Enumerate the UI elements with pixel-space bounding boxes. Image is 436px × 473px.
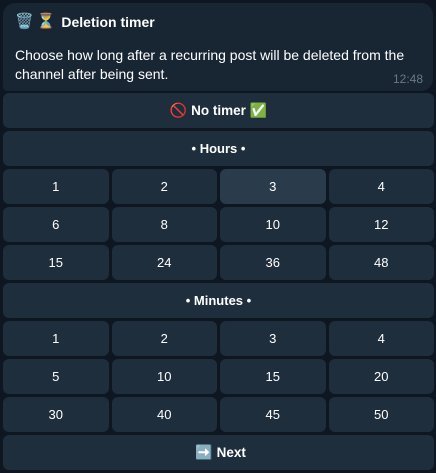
hours-button-48[interactable]: 48 <box>328 245 434 280</box>
minutes-button-40[interactable]: 40 <box>111 397 217 432</box>
keyboard-row-minutes-header: • Minutes • <box>3 283 434 318</box>
keyboard-row-minutes-3: 30 40 45 50 <box>3 397 434 432</box>
message-time: 12:48 <box>392 72 423 86</box>
hours-button-6[interactable]: 6 <box>3 207 109 242</box>
keyboard-row-next: ➡️ Next <box>3 435 434 470</box>
minutes-button-1[interactable]: 1 <box>3 321 109 356</box>
minutes-button-15[interactable]: 15 <box>220 359 326 394</box>
minutes-button-45[interactable]: 45 <box>220 397 326 432</box>
hours-button-24[interactable]: 24 <box>111 245 217 280</box>
hours-button-1[interactable]: 1 <box>3 169 109 204</box>
minutes-header-button[interactable]: • Minutes • <box>3 283 434 318</box>
chat-area: 🗑️ ⏳ Deletion timer Choose how long afte… <box>0 0 436 473</box>
prohibited-icon: 🚫 <box>169 102 188 118</box>
no-timer-label: No timer <box>191 103 246 118</box>
keyboard-row-hours-header: • Hours • <box>3 131 434 166</box>
right-arrow-icon: ➡️ <box>195 444 213 460</box>
hours-button-8[interactable]: 8 <box>111 207 217 242</box>
message-text: Choose how long after a recurring post w… <box>15 47 405 82</box>
hours-button-15[interactable]: 15 <box>3 245 109 280</box>
hours-header-label: • Hours • <box>191 141 246 156</box>
minutes-button-5[interactable]: 5 <box>3 359 109 394</box>
minutes-header-label: • Minutes • <box>185 293 252 308</box>
check-mark-icon: ✅ <box>249 102 268 118</box>
keyboard-row-minutes-2: 5 10 15 20 <box>3 359 434 394</box>
keyboard-row-hours-2: 6 8 10 12 <box>3 207 434 242</box>
next-label: Next <box>216 445 246 460</box>
keyboard-row-no-timer: 🚫 No timer ✅ <box>3 93 434 128</box>
hours-button-12[interactable]: 12 <box>328 207 434 242</box>
message-bubble: 🗑️ ⏳ Deletion timer Choose how long afte… <box>3 3 433 91</box>
minutes-button-10[interactable]: 10 <box>111 359 217 394</box>
hours-button-2[interactable]: 2 <box>111 169 217 204</box>
minutes-button-20[interactable]: 20 <box>328 359 434 394</box>
keyboard-row-minutes-1: 1 2 3 4 <box>3 321 434 356</box>
no-timer-button[interactable]: 🚫 No timer ✅ <box>3 93 434 128</box>
message-title-row: 🗑️ ⏳ Deletion timer <box>15 12 421 32</box>
keyboard-row-hours-1: 1 2 3 4 <box>3 169 434 204</box>
keyboard-row-hours-3: 15 24 36 48 <box>3 245 434 280</box>
wastebasket-icon: 🗑️ <box>15 13 34 30</box>
minutes-button-3[interactable]: 3 <box>220 321 326 356</box>
inline-keyboard: 🚫 No timer ✅ • Hours • 1 2 3 4 6 8 10 12… <box>3 93 434 470</box>
minutes-button-4[interactable]: 4 <box>328 321 434 356</box>
hours-header-button[interactable]: • Hours • <box>3 131 434 166</box>
next-button[interactable]: ➡️ Next <box>3 435 434 470</box>
hours-button-3[interactable]: 3 <box>220 169 326 204</box>
hours-button-10[interactable]: 10 <box>220 207 326 242</box>
minutes-button-2[interactable]: 2 <box>111 321 217 356</box>
message-title: Deletion timer <box>61 14 155 30</box>
minutes-button-50[interactable]: 50 <box>328 397 434 432</box>
minutes-button-30[interactable]: 30 <box>3 397 109 432</box>
hourglass-icon: ⏳ <box>36 13 56 30</box>
hours-button-36[interactable]: 36 <box>220 245 326 280</box>
hours-button-4[interactable]: 4 <box>328 169 434 204</box>
